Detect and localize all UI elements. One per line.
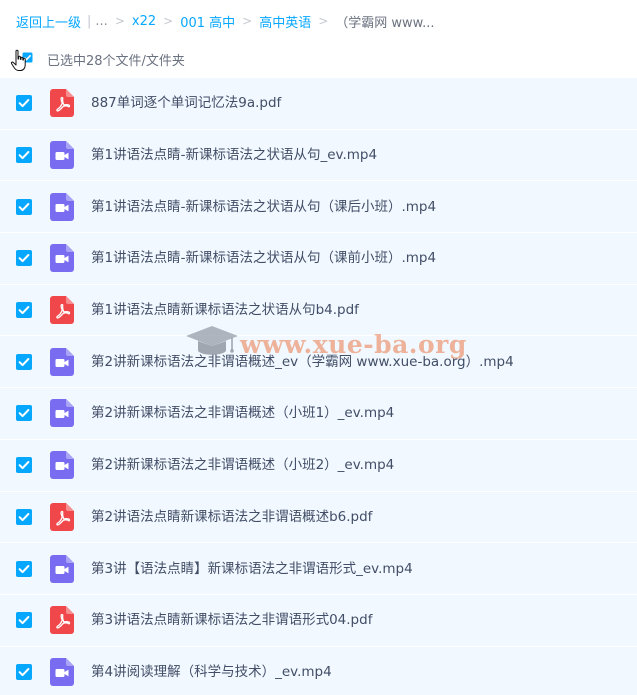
- file-name[interactable]: 第2讲新课标语法之非谓语概述_ev（学霸网 www.xue-ba.org）.mp…: [91, 353, 514, 371]
- video-file-icon: [50, 141, 74, 170]
- file-row[interactable]: 第1讲语法点睛-新课标语法之状语从句（课后小班）.mp4: [0, 181, 637, 234]
- file-name[interactable]: 第4讲阅读理解（科学与技术）_ev.mp4: [91, 663, 332, 681]
- video-file-icon: [50, 554, 74, 583]
- breadcrumb-ellipsis[interactable]: ...: [95, 14, 107, 29]
- file-row[interactable]: 887单词逐个单词记忆法9a.pdf: [0, 78, 637, 130]
- breadcrumb-item-x22[interactable]: x22: [132, 14, 156, 29]
- file-row[interactable]: 第1讲语法点睛-新课标语法之状语从句（课前小班）.mp4: [0, 233, 637, 285]
- breadcrumb-current: （学霸网 www...: [335, 15, 435, 31]
- file-name[interactable]: 第3讲【语法点睛】新课标语法之非谓语形式_ev.mp4: [91, 560, 413, 578]
- file-name[interactable]: 第1讲语法点睛新课标语法之状语从句b4.pdf: [91, 301, 359, 319]
- breadcrumb-divider: |: [87, 13, 92, 29]
- file-row[interactable]: 第3讲语法点睛新课标语法之非谓语形式04.pdf: [0, 594, 637, 647]
- breadcrumb: 返回上一级 | ... > x22 > 001 高中 > 高中英语 > （学霸网…: [16, 11, 435, 31]
- breadcrumb-separator: >: [318, 14, 329, 28]
- video-file-icon: [50, 657, 74, 686]
- pdf-file-icon: [50, 606, 74, 635]
- file-checkbox[interactable]: [16, 560, 32, 577]
- video-file-icon: [50, 192, 74, 221]
- file-row[interactable]: 第2讲新课标语法之非谓语概述（小班2）_ev.mp4: [0, 439, 637, 492]
- breadcrumb-separator: >: [242, 14, 253, 28]
- pdf-file-icon: [50, 502, 74, 531]
- file-name[interactable]: 887单词逐个单词记忆法9a.pdf: [91, 94, 281, 112]
- file-row[interactable]: 第2讲新课标语法之非谓语概述（小班1）_ev.mp4: [0, 388, 637, 440]
- video-file-icon: [50, 399, 74, 428]
- hand-cursor-icon: [10, 49, 26, 71]
- file-name[interactable]: 第2讲语法点睛新课标语法之非谓语概述b6.pdf: [91, 508, 372, 526]
- pdf-file-icon: [50, 296, 74, 325]
- file-checkbox[interactable]: [16, 457, 32, 474]
- file-checkbox[interactable]: [16, 612, 32, 629]
- file-name[interactable]: 第1讲语法点睛-新课标语法之状语从句（课前小班）.mp4: [91, 249, 436, 267]
- file-name[interactable]: 第1讲语法点睛-新课标语法之状语从句_ev.mp4: [91, 146, 377, 164]
- file-row[interactable]: 第4讲阅读理解（科学与技术）_ev.mp4: [0, 646, 637, 695]
- file-row[interactable]: 第2讲新课标语法之非谓语概述_ev（学霸网 www.xue-ba.org）.mp…: [0, 336, 637, 389]
- file-row[interactable]: 第1讲语法点睛-新课标语法之状语从句_ev.mp4: [0, 129, 637, 182]
- back-link[interactable]: 返回上一级: [16, 12, 81, 31]
- video-file-icon: [50, 451, 74, 480]
- file-list: 887单词逐个单词记忆法9a.pdf 第1讲语法点睛-新课标语法之状语从句_ev.…: [0, 78, 637, 695]
- file-name[interactable]: 第3讲语法点睛新课标语法之非谓语形式04.pdf: [91, 611, 372, 629]
- pdf-file-icon: [50, 89, 74, 118]
- file-row[interactable]: 第3讲【语法点睛】新课标语法之非谓语形式_ev.mp4: [0, 543, 637, 595]
- selection-bar: 已选中28个文件/文件夹: [0, 44, 637, 72]
- file-checkbox[interactable]: [16, 147, 32, 164]
- file-checkbox[interactable]: [16, 405, 32, 422]
- breadcrumb-separator: >: [114, 14, 125, 28]
- file-row[interactable]: 第1讲语法点睛新课标语法之状语从句b4.pdf: [0, 284, 637, 337]
- breadcrumb-separator: >: [163, 14, 174, 28]
- file-name[interactable]: 第2讲新课标语法之非谓语概述（小班1）_ev.mp4: [91, 404, 394, 422]
- file-checkbox[interactable]: [16, 250, 32, 267]
- selection-count: 已选中28个文件/文件夹: [47, 54, 185, 69]
- file-checkbox[interactable]: [16, 95, 32, 112]
- file-name[interactable]: 第1讲语法点睛-新课标语法之状语从句（课后小班）.mp4: [91, 198, 436, 216]
- file-row[interactable]: 第2讲语法点睛新课标语法之非谓语概述b6.pdf: [0, 491, 637, 544]
- file-checkbox[interactable]: [16, 198, 32, 215]
- breadcrumb-item-001[interactable]: 001 高中: [180, 12, 235, 31]
- file-checkbox[interactable]: [16, 353, 32, 370]
- file-checkbox[interactable]: [16, 663, 32, 680]
- file-checkbox[interactable]: [16, 302, 32, 319]
- breadcrumb-item-english[interactable]: 高中英语: [259, 12, 311, 31]
- video-file-icon: [50, 244, 74, 273]
- file-checkbox[interactable]: [16, 508, 32, 525]
- file-name[interactable]: 第2讲新课标语法之非谓语概述（小班2）_ev.mp4: [91, 456, 394, 474]
- video-file-icon: [50, 347, 74, 376]
